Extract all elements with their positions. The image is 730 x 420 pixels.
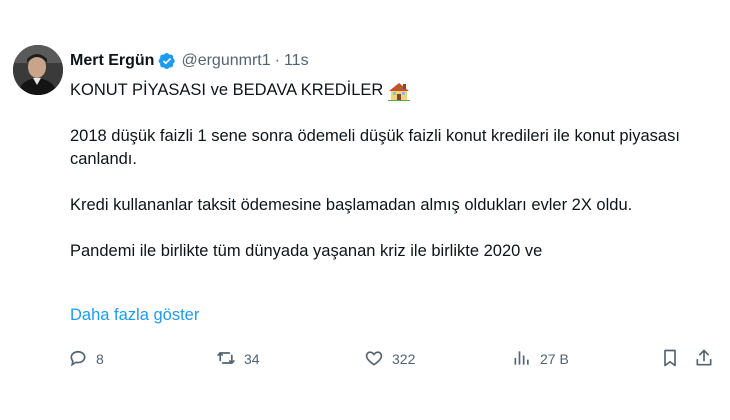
heart-icon [364,348,384,371]
share-button[interactable] [694,346,714,372]
views-icon [512,348,532,371]
like-button[interactable]: 322 [364,346,415,372]
tweet-title: KONUT PİYASASI ve BEDAVA KREDİLER [70,81,384,99]
author-handle[interactable]: @ergunmrt1 [181,52,270,70]
tweet-paragraph: 2018 düşük faizli 1 sene sonra ödemeli d… [70,127,680,168]
share-icon [694,348,714,371]
retweet-count: 34 [244,351,260,367]
avatar[interactable] [13,45,63,95]
verified-badge-icon [158,52,176,70]
tweet-paragraph: Pandemi ile birlikte tüm dünyada yaşanan… [70,242,543,260]
reply-icon [68,348,88,371]
tweet-actions: 8 34 322 27 B [68,346,716,372]
tweet-body: KONUT PİYASASI ve BEDAVA KREDİLER 2018 d… [70,79,710,263]
reply-button[interactable]: 8 [68,346,104,372]
house-emoji-icon [388,81,411,101]
show-more-link[interactable]: Daha fazla göster [70,306,199,325]
bookmark-button[interactable] [660,346,680,372]
tweet-paragraph: Kredi kullananlar taksit ödemesine başla… [70,196,633,214]
retweet-icon [216,348,236,371]
retweet-button[interactable]: 34 [216,346,260,372]
tweet-timestamp[interactable]: 11s [284,52,309,70]
tweet-card[interactable]: Mert Ergün @ergunmrt1 · 11s KONUT PİYASA… [0,0,730,420]
like-count: 322 [392,351,416,367]
tweet-header: Mert Ergün @ergunmrt1 · 11s [70,51,309,71]
bookmark-icon [660,348,680,371]
views-button[interactable]: 27 B [512,346,569,372]
views-count: 27 B [540,351,569,367]
separator-dot: · [274,52,280,69]
reply-count: 8 [96,351,104,367]
author-name[interactable]: Mert Ergün [70,52,154,70]
